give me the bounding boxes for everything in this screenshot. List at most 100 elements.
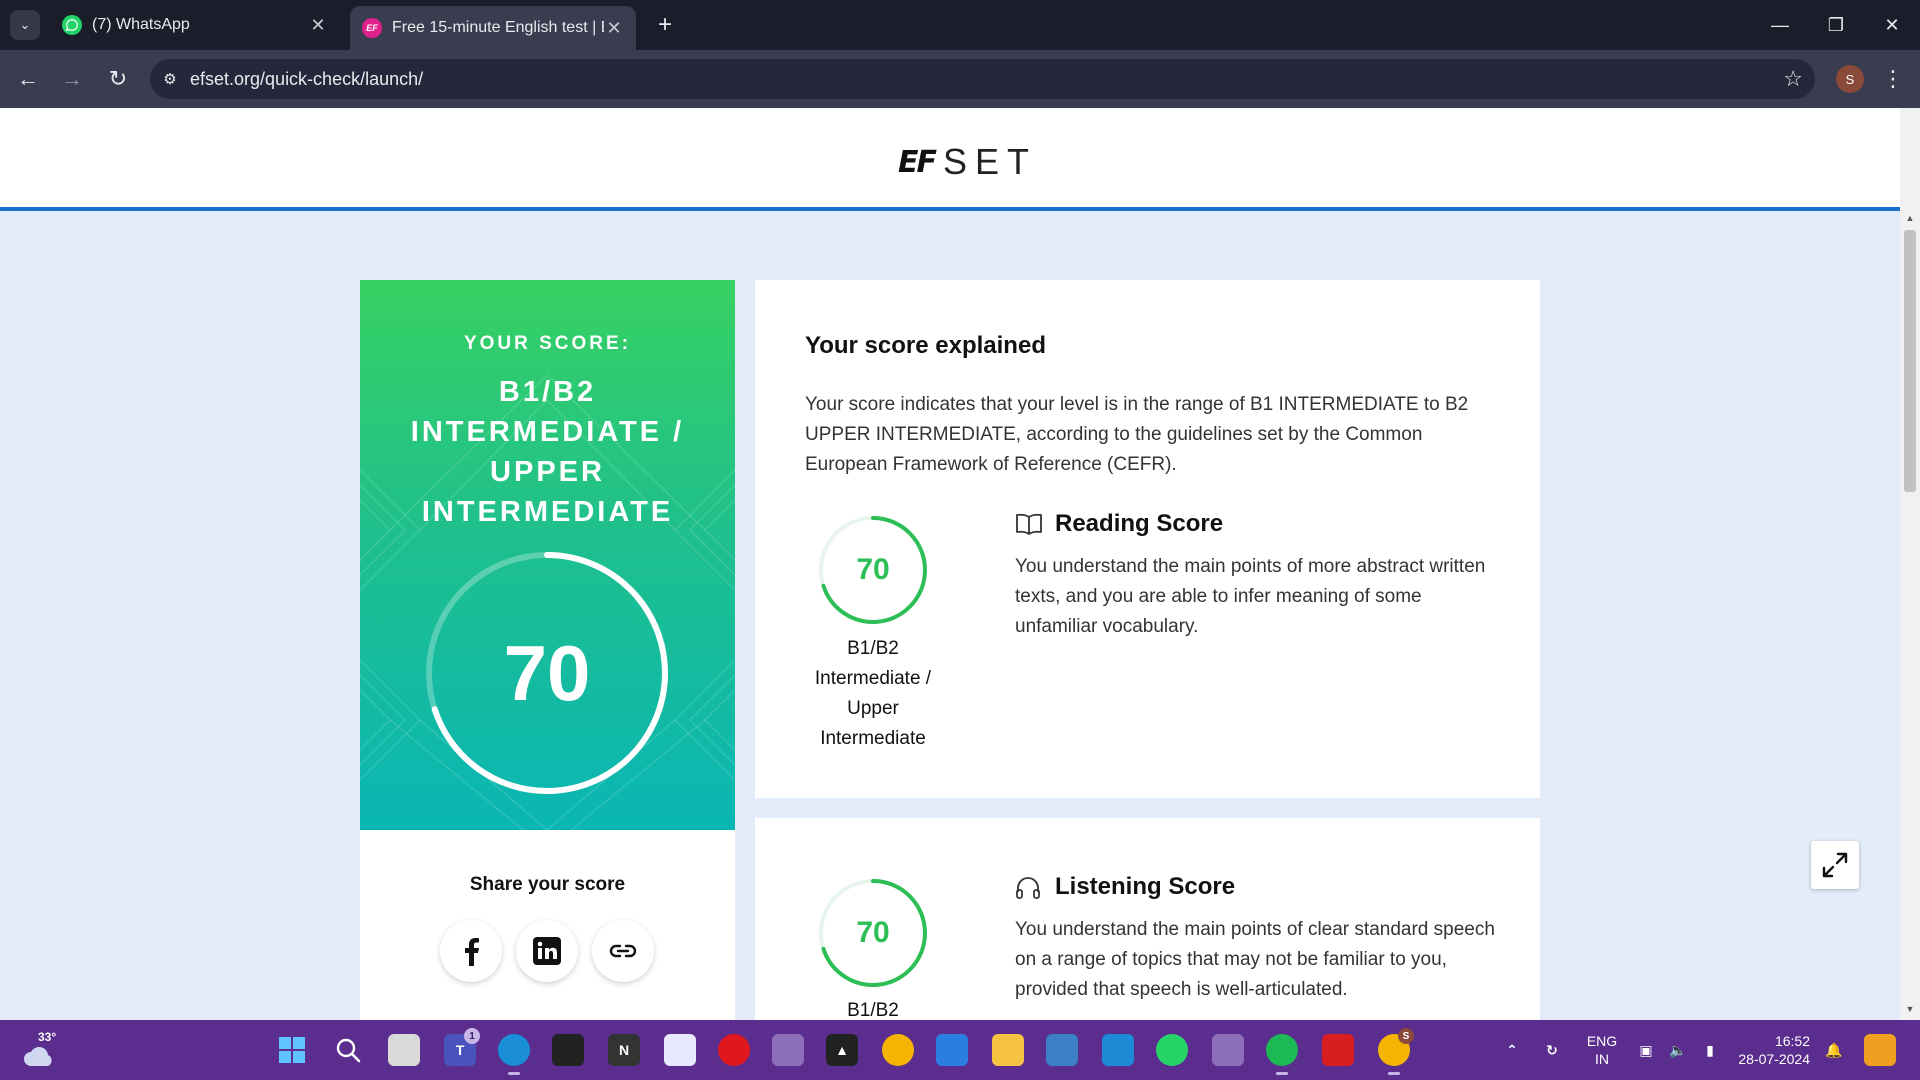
chrome-active-icon[interactable]: S <box>1378 1028 1414 1075</box>
opera-icon[interactable] <box>718 1034 750 1066</box>
copilot-icon[interactable] <box>1864 1034 1896 1066</box>
reload-icon[interactable]: ↻ <box>102 63 134 95</box>
tab-close-icon[interactable]: ✕ <box>604 18 624 39</box>
reading-heading: Reading Score <box>1015 510 1223 538</box>
site-info-tune-icon[interactable]: ⚙ <box>150 59 190 99</box>
score-explained-card: Your score explained Your score indicate… <box>755 280 1540 798</box>
url-text[interactable]: efset.org/quick-check/launch/ <box>190 69 423 90</box>
tab-search-chevron-icon[interactable]: ⌄ <box>10 10 40 40</box>
score-kicker: YOUR SCORE: <box>463 333 632 354</box>
clock-date: 28-07-2024 <box>1738 1051 1810 1067</box>
browser-toolbar: ← → ↻ ⚙ efset.org/quick-check/launch/ ☆ … <box>0 50 1920 108</box>
score-level: B1/B2 INTERMEDIATE / UPPER INTERMEDIATE <box>410 376 685 528</box>
search-icon[interactable] <box>332 1034 364 1066</box>
system-clock[interactable]: 16:52 28-07-2024 <box>1730 1032 1810 1068</box>
notepad-icon[interactable] <box>664 1034 696 1066</box>
terminal-icon[interactable] <box>1046 1034 1078 1066</box>
bookmark-star-icon[interactable]: ☆ <box>1783 66 1803 92</box>
page-scrollbar[interactable]: ▲ ▼ <box>1900 108 1920 1020</box>
notion-icon[interactable]: N <box>608 1034 640 1066</box>
overall-score-card: YOUR SCORE: B1/B2 INTERMEDIATE / UPPER I… <box>360 280 735 830</box>
spotify-icon[interactable] <box>1266 1034 1298 1075</box>
copy-link-button[interactable] <box>592 920 654 982</box>
whatsapp-icon <box>62 15 82 35</box>
window-controls: — ❐ ✕ <box>1752 0 1920 50</box>
share-linkedin-button[interactable] <box>516 920 578 982</box>
mysql-icon[interactable] <box>552 1034 584 1066</box>
scroll-up-arrow-icon[interactable]: ▲ <box>1900 213 1920 229</box>
linkedin-icon <box>533 937 561 965</box>
chrome-profile-badge: S <box>1398 1028 1414 1044</box>
language-indicator[interactable]: ENG IN <box>1582 1032 1622 1068</box>
listening-card: 70 B1/B2 Listening Score You understand … <box>755 818 1540 1020</box>
overall-score-value: 70 <box>503 628 591 717</box>
site-header: EF SET <box>0 108 1900 211</box>
tab-strip: ⌄ (7) WhatsApp ✕ EF Free 15-minute Engli… <box>0 0 1920 50</box>
listening-title: Listening Score <box>1055 873 1236 900</box>
page-viewport: EF SET YOUR SCORE: B1/B2 INTERMEDIATE / … <box>0 108 1900 1020</box>
listening-body: You understand the main points of clear … <box>1015 919 1495 1000</box>
restore-icon[interactable]: ❐ <box>1808 0 1864 50</box>
file-explorer-icon[interactable] <box>992 1034 1024 1066</box>
notification-bell-icon[interactable]: 🔔 <box>1818 1034 1850 1066</box>
start-windows-icon[interactable] <box>276 1034 308 1066</box>
scroll-thumb[interactable] <box>1904 230 1916 492</box>
facebook-icon <box>465 938 479 966</box>
tab-close-icon[interactable]: ✕ <box>308 15 328 36</box>
ef-favicon-icon: EF <box>362 18 382 38</box>
share-card: Share your score <box>360 830 735 1020</box>
reading-score-value: 70 <box>856 553 890 586</box>
unity-icon[interactable]: ▲ <box>826 1034 858 1066</box>
explained-title: Your score explained <box>805 332 1046 359</box>
share-facebook-button[interactable] <box>440 920 502 982</box>
app-tile-icon[interactable] <box>772 1034 804 1066</box>
clock-time: 16:52 <box>1774 1033 1810 1049</box>
edge-icon[interactable] <box>498 1034 530 1075</box>
tab-whatsapp[interactable]: (7) WhatsApp ✕ <box>50 6 340 44</box>
lang-code: ENG <box>1586 1033 1618 1049</box>
volume-icon[interactable]: 🔈 <box>1662 1034 1694 1066</box>
profile-avatar[interactable]: S <box>1836 65 1864 93</box>
expand-arrows-icon <box>1822 852 1848 878</box>
teams-badge: 1 <box>464 1028 480 1044</box>
whatsapp-taskbar-icon[interactable] <box>1156 1034 1188 1066</box>
lang-region: IN <box>1595 1051 1609 1067</box>
notes-icon[interactable] <box>936 1034 968 1066</box>
logo-text: SET <box>943 141 1038 182</box>
cloud-icon <box>24 1047 52 1066</box>
browser-menu-kebab-icon[interactable]: ⋮ <box>1880 63 1906 95</box>
sync-icon[interactable]: ↻ <box>1536 1034 1568 1066</box>
window-close-icon[interactable]: ✕ <box>1864 0 1920 50</box>
weather-widget[interactable]: 33° <box>20 1030 64 1072</box>
windows-taskbar: 33° T 1 N ▲ S ⌃ ↻ ENG IN ▣ 🔈 ▮ 16:52 28-… <box>0 1020 1920 1080</box>
reading-level: B1/B2 Intermediate / Upper Intermediate <box>814 638 932 749</box>
teams-icon[interactable]: T 1 <box>444 1028 480 1066</box>
headphones-icon <box>1015 874 1043 900</box>
tab-efset[interactable]: EF Free 15-minute English test | EF ✕ <box>350 6 636 50</box>
minimize-icon[interactable]: — <box>1752 0 1808 50</box>
forward-arrow-icon[interactable]: → <box>56 63 88 95</box>
explained-body: Your score indicates that your level is … <box>805 394 1469 475</box>
back-arrow-icon[interactable]: ← <box>12 63 44 95</box>
tray-chevron-up-icon[interactable]: ⌃ <box>1496 1034 1528 1066</box>
task-view-icon[interactable] <box>388 1034 420 1066</box>
acrobat-icon[interactable] <box>1322 1034 1354 1066</box>
address-bar[interactable]: ⚙ efset.org/quick-check/launch/ ☆ <box>150 59 1815 99</box>
efset-logo[interactable]: EF SET <box>898 141 1038 182</box>
scroll-down-arrow-icon[interactable]: ▼ <box>1900 1004 1920 1020</box>
fullscreen-expand-button[interactable] <box>1811 841 1859 889</box>
tab-title: Free 15-minute English test | EF <box>392 19 604 36</box>
listening-level: B1/B2 <box>847 1000 899 1020</box>
battery-icon[interactable]: ▮ <box>1694 1034 1726 1066</box>
chrome-taskbar-icon[interactable] <box>882 1034 914 1066</box>
share-title: Share your score <box>469 874 626 895</box>
reading-title: Reading Score <box>1055 510 1224 537</box>
tab-title: (7) WhatsApp <box>92 16 190 33</box>
app-tile-2-icon[interactable] <box>1212 1034 1244 1066</box>
new-tab-plus-icon[interactable]: + <box>650 10 680 40</box>
logo-mark: EF <box>898 144 937 180</box>
vscode-icon[interactable] <box>1102 1034 1134 1066</box>
reading-body: You understand the main points of more a… <box>1015 556 1486 637</box>
open-book-icon <box>1015 511 1043 537</box>
network-icon[interactable]: ▣ <box>1630 1034 1662 1066</box>
